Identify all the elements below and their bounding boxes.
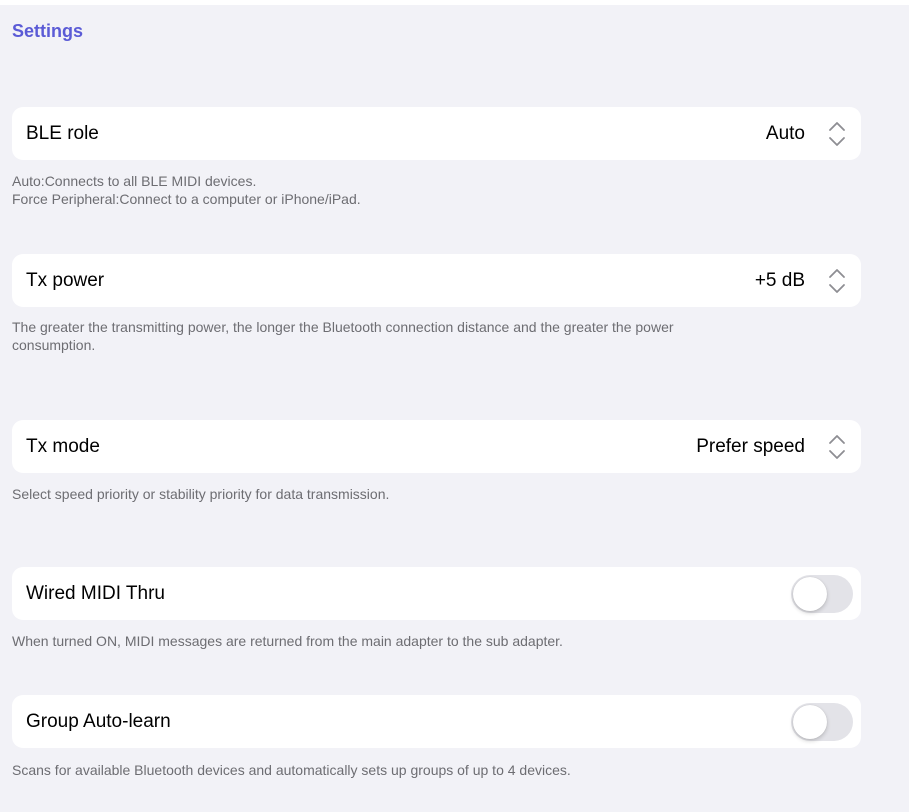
ble-role-footer: Auto:Connects to all BLE MIDI devices. F… — [12, 172, 861, 208]
ble-role-row[interactable]: BLE role Auto — [12, 107, 861, 160]
wired-midi-thru-label: Wired MIDI Thru — [26, 582, 166, 604]
toggle-knob — [793, 576, 827, 611]
wired-midi-thru-row: Wired MIDI Thru — [12, 567, 861, 620]
tx-mode-picker[interactable]: Prefer speed — [696, 431, 847, 463]
page-title: Settings — [12, 21, 84, 41]
footer-line: When turned ON, MIDI messages are return… — [12, 633, 563, 649]
toggle-knob — [793, 704, 827, 739]
chevron-up-down-icon — [829, 268, 845, 293]
ble-role-picker[interactable]: Auto — [766, 118, 847, 150]
footer-line: Force Peripheral:Connect to a computer o… — [12, 191, 361, 207]
tx-power-footer: The greater the transmitting power, the … — [12, 318, 861, 354]
wired-midi-thru-toggle[interactable] — [791, 574, 853, 613]
footer-line: The greater the transmitting power, the … — [12, 319, 674, 335]
tx-power-value: +5 dB — [754, 269, 805, 291]
tx-mode-value: Prefer speed — [696, 435, 805, 457]
footer-line: Select speed priority or stability prior… — [12, 486, 390, 502]
tx-power-picker[interactable]: +5 dB — [755, 265, 847, 297]
chevron-up-down-icon — [829, 434, 845, 459]
tx-mode-row[interactable]: Tx mode Prefer speed — [12, 420, 861, 473]
footer-line: Scans for available Bluetooth devices an… — [12, 762, 571, 778]
tx-power-label: Tx power — [26, 269, 105, 291]
group-auto-learn-label: Group Auto-learn — [26, 710, 171, 732]
tx-mode-label: Tx mode — [26, 435, 100, 457]
top-bar — [0, 0, 909, 5]
chevron-up-down-icon — [829, 121, 845, 146]
footer-line: consumption. — [12, 337, 96, 353]
tx-mode-footer: Select speed priority or stability prior… — [12, 485, 861, 503]
group-auto-learn-toggle[interactable] — [791, 702, 853, 741]
ble-role-label: BLE role — [26, 122, 99, 144]
group-auto-learn-footer: Scans for available Bluetooth devices an… — [12, 761, 861, 779]
footer-line: Auto:Connects to all BLE MIDI devices. — [12, 173, 257, 189]
group-auto-learn-row: Group Auto-learn — [12, 695, 861, 748]
tx-power-row[interactable]: Tx power +5 dB — [12, 254, 861, 307]
ble-role-value: Auto — [765, 122, 805, 144]
wired-midi-thru-footer: When turned ON, MIDI messages are return… — [12, 632, 861, 650]
